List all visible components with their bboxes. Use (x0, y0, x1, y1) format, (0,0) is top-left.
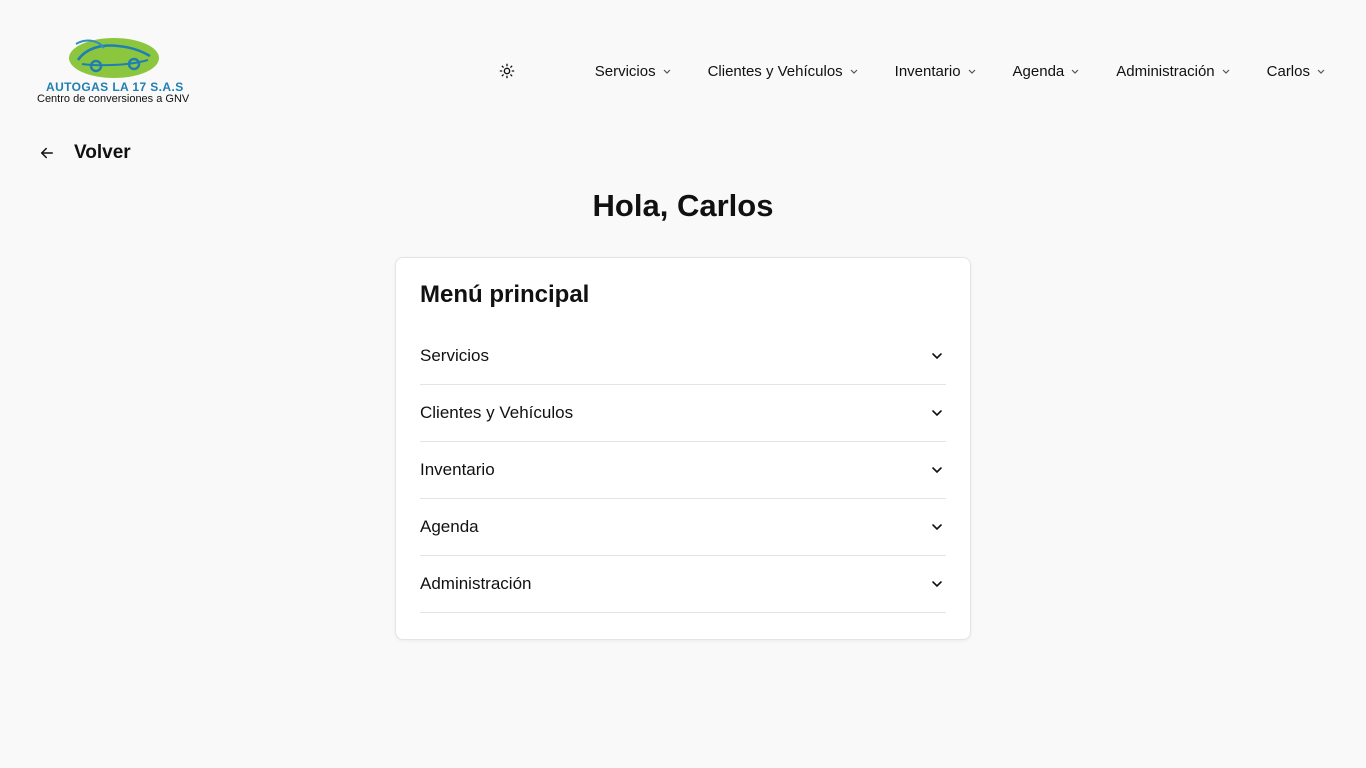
chevron-down-icon (930, 349, 944, 363)
menu-item-administracion[interactable]: Administración (420, 556, 946, 613)
back-label: Volver (74, 142, 131, 163)
nav-administracion[interactable]: Administración (1116, 63, 1230, 80)
nav-label: Servicios (594, 62, 656, 80)
company-logo[interactable]: AUTOGAS LA 17 S.A.S Centro de conversion… (36, 36, 196, 108)
arrow-left-icon (41, 147, 53, 159)
nav-label: Carlos (1266, 62, 1310, 80)
page-title: Hola, Carlos (592, 188, 774, 223)
menu-item-label: Inventario (420, 460, 495, 479)
menu-item-servicios[interactable]: Servicios (420, 328, 946, 385)
menu-item-label: Administración (420, 574, 532, 593)
nav-agenda[interactable]: Agenda (1013, 63, 1081, 80)
nav-label: Clientes y Vehículos (707, 62, 843, 80)
nav-clientes-vehiculos[interactable]: Clientes y Vehículos (708, 63, 859, 80)
menu-item-agenda[interactable]: Agenda (420, 499, 946, 556)
theme-toggle-button[interactable] (495, 59, 519, 83)
menu-item-label: Clientes y Vehículos (420, 403, 574, 422)
nav-inventario[interactable]: Inventario (895, 63, 977, 80)
chevron-down-icon (849, 66, 859, 76)
header: AUTOGAS LA 17 S.A.S Centro de conversion… (0, 0, 1366, 120)
car-leaf-logo-icon (69, 38, 159, 78)
nav-label: Agenda (1012, 62, 1065, 80)
nav-label: Administración (1116, 62, 1215, 80)
menu-item-inventario[interactable]: Inventario (420, 442, 946, 499)
logo-subtitle: Centro de conversiones a GNV (37, 93, 190, 105)
chevron-down-icon (930, 463, 944, 477)
menu-title: Menú principal (420, 281, 590, 308)
chevron-down-icon (967, 66, 977, 76)
sun-icon (499, 63, 515, 79)
chevron-down-icon (662, 66, 672, 76)
top-nav: Servicios Clientes y Vehículos Inventari… (495, 58, 1326, 84)
nav-label: Inventario (894, 62, 961, 80)
menu-item-label: Servicios (420, 346, 489, 365)
logo-title: AUTOGAS LA 17 S.A.S (46, 80, 184, 94)
chevron-down-icon (1070, 66, 1080, 76)
chevron-down-icon (930, 577, 944, 591)
menu-item-label: Agenda (420, 517, 479, 536)
chevron-down-icon (930, 520, 944, 534)
chevron-down-icon (1316, 66, 1326, 76)
menu-item-clientes-vehiculos[interactable]: Clientes y Vehículos (420, 385, 946, 442)
nav-user-menu[interactable]: Carlos (1267, 63, 1326, 80)
nav-servicios[interactable]: Servicios (595, 63, 672, 80)
main-menu-card: Menú principal Servicios Clientes y Vehí… (395, 257, 971, 640)
chevron-down-icon (930, 406, 944, 420)
chevron-down-icon (1221, 66, 1231, 76)
back-button[interactable]: Volver (38, 142, 131, 164)
